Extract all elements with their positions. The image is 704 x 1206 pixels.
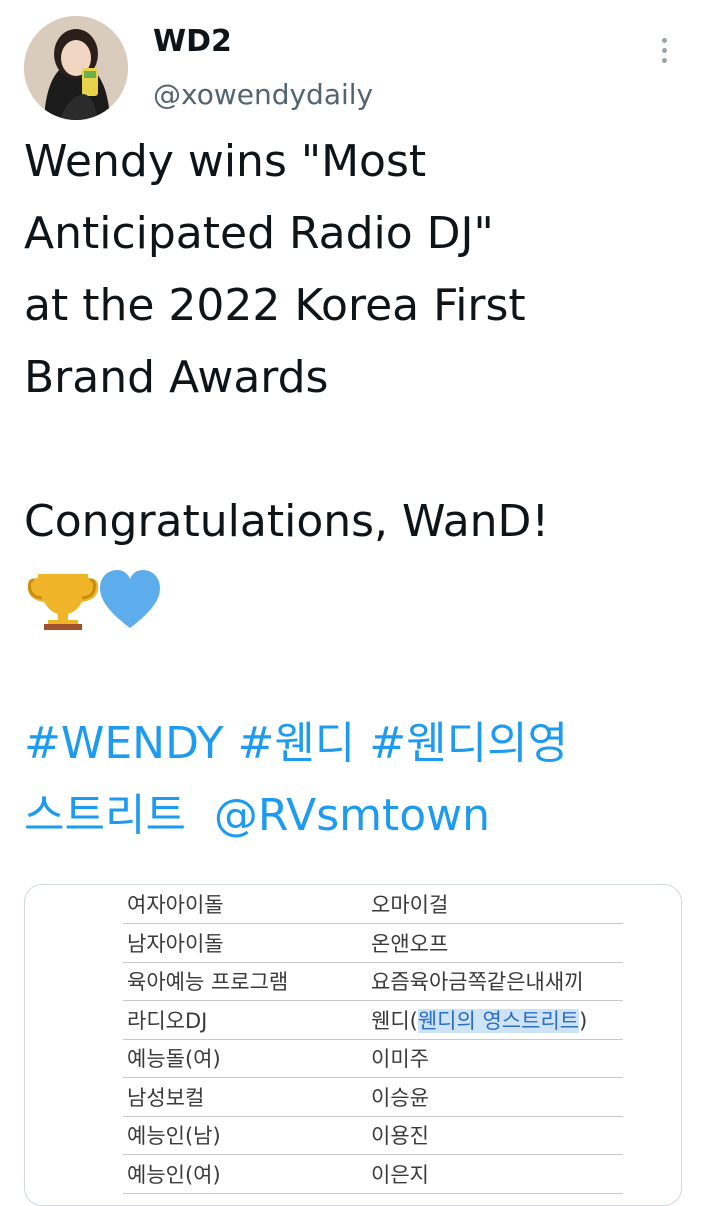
tweet-text: Wendy wins "Most Anticipated Radio DJ" a… (24, 136, 550, 547)
category-cell: 남성보컬 (127, 1085, 205, 1110)
winner-cell: 이용진 (371, 1124, 429, 1149)
winner-cell: 이은지 (371, 1162, 429, 1187)
table-row: 예능돌(여) 이미주 (123, 1039, 623, 1078)
avatar[interactable] (24, 16, 128, 120)
avatar-image (24, 16, 128, 120)
blue-heart-emoji (100, 570, 160, 628)
trophy-emoji (27, 574, 99, 630)
category-cell: 예능인(남) (127, 1124, 221, 1149)
category-cell: 육아예능 프로그램 (127, 970, 289, 995)
hashtag-wendy[interactable]: #WENDY (24, 718, 223, 769)
winner-program-highlight: 웬디의 영스트리트 (417, 1008, 580, 1033)
winner-cell: 이미주 (371, 1047, 429, 1072)
category-cell: 예능돌(여) (127, 1047, 221, 1072)
table-row: 남성보컬 이승윤 (123, 1078, 623, 1116)
table-row: 예능인(남) 이용진 (123, 1116, 623, 1155)
table-row: 여자아이돌 오마이걸 (123, 885, 623, 924)
tweet-header: WD2 @xowendydaily (0, 0, 704, 130)
winner-name: 웬디 (371, 1008, 410, 1033)
category-cell: 예능인(여) (127, 1162, 221, 1187)
user-display-name[interactable]: WD2 (153, 24, 232, 59)
mention-rvsmtown[interactable]: @RVsmtown (214, 790, 490, 841)
table-row: 예능인(여) 이은지 (123, 1155, 623, 1193)
tweet-emojis (26, 564, 226, 634)
user-handle[interactable]: @xowendydaily (153, 78, 373, 111)
category-cell: 남자아이돌 (127, 931, 224, 956)
hashtag-part: #웬디의영 (369, 718, 569, 769)
hashtag-wendy-korean[interactable]: #웬디 (237, 718, 355, 769)
winner-cell: 오마이걸 (371, 893, 449, 917)
winner-cell: 이승윤 (371, 1085, 429, 1110)
more-options-icon[interactable] (644, 30, 684, 70)
award-winners-table: 여자아이돌 오마이걸 남자아이돌 온앤오프 육아예능 프로그램 요즘육아금쪽같은… (123, 885, 623, 1194)
table-row: 라디오DJ 웬디(웬디의 영스트리트) (123, 1001, 623, 1039)
tweet-image[interactable]: 여자아이돌 오마이걸 남자아이돌 온앤오프 육아예능 프로그램 요즘육아금쪽같은… (24, 884, 682, 1206)
winner-cell: 온앤오프 (371, 931, 449, 956)
table-row: 남자아이돌 온앤오프 (123, 924, 623, 962)
category-cell: 여자아이돌 (127, 893, 224, 917)
tweet-hashtags: #WENDY #웬디 #웬디의영스트리트 @RVsmtown (24, 708, 684, 852)
winner-cell: 웬디(웬디의 영스트리트) (371, 1008, 588, 1033)
table-row: 육아예능 프로그램 요즘육아금쪽같은내새끼 (123, 962, 623, 1001)
category-cell: 라디오DJ (127, 1008, 208, 1033)
winner-cell: 요즘육아금쪽같은내새끼 (371, 970, 584, 995)
hashtag-part: 스트리트 (24, 790, 186, 841)
